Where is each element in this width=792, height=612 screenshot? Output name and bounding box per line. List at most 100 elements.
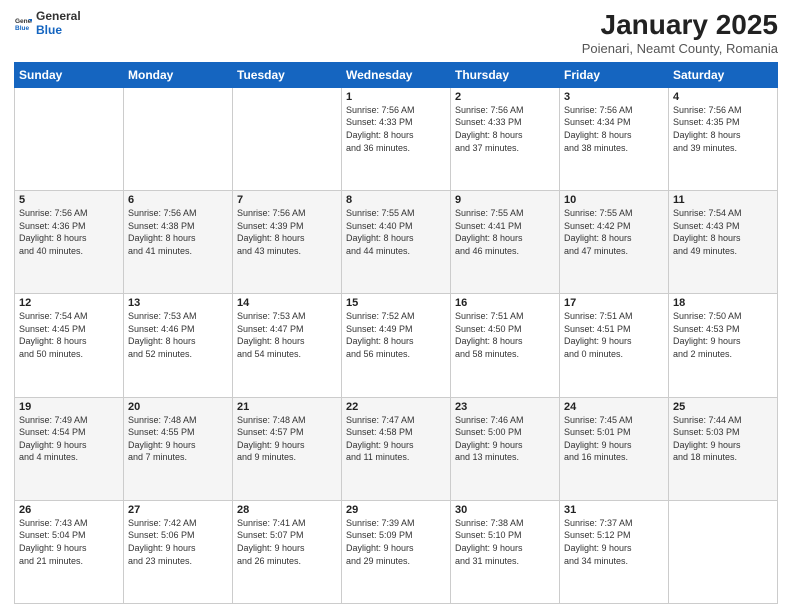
- day-info: Sunrise: 7:51 AM Sunset: 4:51 PM Dayligh…: [564, 310, 664, 360]
- day-number: 1: [346, 91, 446, 103]
- day-info: Sunrise: 7:49 AM Sunset: 4:54 PM Dayligh…: [19, 414, 119, 464]
- day-cell: 5Sunrise: 7:56 AM Sunset: 4:36 PM Daylig…: [15, 191, 124, 294]
- day-cell: 31Sunrise: 7:37 AM Sunset: 5:12 PM Dayli…: [560, 500, 669, 603]
- day-info: Sunrise: 7:44 AM Sunset: 5:03 PM Dayligh…: [673, 414, 773, 464]
- day-cell: 10Sunrise: 7:55 AM Sunset: 4:42 PM Dayli…: [560, 191, 669, 294]
- logo: General Blue General Blue: [14, 10, 81, 38]
- day-number: 25: [673, 401, 773, 413]
- day-cell: 12Sunrise: 7:54 AM Sunset: 4:45 PM Dayli…: [15, 294, 124, 397]
- week-row-2: 5Sunrise: 7:56 AM Sunset: 4:36 PM Daylig…: [15, 191, 778, 294]
- day-cell: 17Sunrise: 7:51 AM Sunset: 4:51 PM Dayli…: [560, 294, 669, 397]
- day-number: 5: [19, 194, 119, 206]
- title-block: January 2025 Poienari, Neamt County, Rom…: [582, 10, 778, 56]
- logo-blue: Blue: [36, 24, 81, 38]
- day-number: 7: [237, 194, 337, 206]
- day-cell: 28Sunrise: 7:41 AM Sunset: 5:07 PM Dayli…: [233, 500, 342, 603]
- day-cell: [233, 87, 342, 190]
- day-info: Sunrise: 7:56 AM Sunset: 4:36 PM Dayligh…: [19, 207, 119, 257]
- day-number: 17: [564, 297, 664, 309]
- day-info: Sunrise: 7:48 AM Sunset: 4:57 PM Dayligh…: [237, 414, 337, 464]
- day-number: 9: [455, 194, 555, 206]
- day-number: 3: [564, 91, 664, 103]
- day-info: Sunrise: 7:56 AM Sunset: 4:38 PM Dayligh…: [128, 207, 228, 257]
- logo-icon: General Blue: [14, 15, 32, 33]
- day-number: 20: [128, 401, 228, 413]
- col-header-saturday: Saturday: [669, 62, 778, 87]
- day-number: 22: [346, 401, 446, 413]
- day-number: 12: [19, 297, 119, 309]
- day-info: Sunrise: 7:54 AM Sunset: 4:45 PM Dayligh…: [19, 310, 119, 360]
- day-number: 8: [346, 194, 446, 206]
- day-number: 21: [237, 401, 337, 413]
- day-number: 6: [128, 194, 228, 206]
- day-cell: 23Sunrise: 7:46 AM Sunset: 5:00 PM Dayli…: [451, 397, 560, 500]
- page: General Blue General Blue January 2025 P…: [0, 0, 792, 612]
- day-cell: 6Sunrise: 7:56 AM Sunset: 4:38 PM Daylig…: [124, 191, 233, 294]
- day-cell: 27Sunrise: 7:42 AM Sunset: 5:06 PM Dayli…: [124, 500, 233, 603]
- day-number: 29: [346, 504, 446, 516]
- day-cell: [15, 87, 124, 190]
- day-cell: 1Sunrise: 7:56 AM Sunset: 4:33 PM Daylig…: [342, 87, 451, 190]
- day-number: 16: [455, 297, 555, 309]
- day-cell: 20Sunrise: 7:48 AM Sunset: 4:55 PM Dayli…: [124, 397, 233, 500]
- day-cell: 26Sunrise: 7:43 AM Sunset: 5:04 PM Dayli…: [15, 500, 124, 603]
- col-header-thursday: Thursday: [451, 62, 560, 87]
- day-number: 18: [673, 297, 773, 309]
- day-info: Sunrise: 7:42 AM Sunset: 5:06 PM Dayligh…: [128, 517, 228, 567]
- day-cell: 24Sunrise: 7:45 AM Sunset: 5:01 PM Dayli…: [560, 397, 669, 500]
- month-title: January 2025: [582, 10, 778, 41]
- day-cell: 8Sunrise: 7:55 AM Sunset: 4:40 PM Daylig…: [342, 191, 451, 294]
- day-info: Sunrise: 7:56 AM Sunset: 4:33 PM Dayligh…: [346, 104, 446, 154]
- day-cell: 7Sunrise: 7:56 AM Sunset: 4:39 PM Daylig…: [233, 191, 342, 294]
- day-cell: 13Sunrise: 7:53 AM Sunset: 4:46 PM Dayli…: [124, 294, 233, 397]
- day-info: Sunrise: 7:56 AM Sunset: 4:35 PM Dayligh…: [673, 104, 773, 154]
- day-cell: 30Sunrise: 7:38 AM Sunset: 5:10 PM Dayli…: [451, 500, 560, 603]
- day-info: Sunrise: 7:37 AM Sunset: 5:12 PM Dayligh…: [564, 517, 664, 567]
- day-info: Sunrise: 7:39 AM Sunset: 5:09 PM Dayligh…: [346, 517, 446, 567]
- day-cell: [669, 500, 778, 603]
- day-info: Sunrise: 7:41 AM Sunset: 5:07 PM Dayligh…: [237, 517, 337, 567]
- week-row-1: 1Sunrise: 7:56 AM Sunset: 4:33 PM Daylig…: [15, 87, 778, 190]
- day-number: 19: [19, 401, 119, 413]
- day-info: Sunrise: 7:56 AM Sunset: 4:39 PM Dayligh…: [237, 207, 337, 257]
- day-cell: 25Sunrise: 7:44 AM Sunset: 5:03 PM Dayli…: [669, 397, 778, 500]
- day-number: 24: [564, 401, 664, 413]
- day-number: 27: [128, 504, 228, 516]
- day-info: Sunrise: 7:51 AM Sunset: 4:50 PM Dayligh…: [455, 310, 555, 360]
- header: General Blue General Blue January 2025 P…: [14, 10, 778, 56]
- day-cell: 19Sunrise: 7:49 AM Sunset: 4:54 PM Dayli…: [15, 397, 124, 500]
- day-info: Sunrise: 7:53 AM Sunset: 4:46 PM Dayligh…: [128, 310, 228, 360]
- day-info: Sunrise: 7:52 AM Sunset: 4:49 PM Dayligh…: [346, 310, 446, 360]
- day-number: 4: [673, 91, 773, 103]
- calendar-header-row: SundayMondayTuesdayWednesdayThursdayFrid…: [15, 62, 778, 87]
- week-row-5: 26Sunrise: 7:43 AM Sunset: 5:04 PM Dayli…: [15, 500, 778, 603]
- col-header-friday: Friday: [560, 62, 669, 87]
- day-info: Sunrise: 7:43 AM Sunset: 5:04 PM Dayligh…: [19, 517, 119, 567]
- day-info: Sunrise: 7:38 AM Sunset: 5:10 PM Dayligh…: [455, 517, 555, 567]
- day-info: Sunrise: 7:45 AM Sunset: 5:01 PM Dayligh…: [564, 414, 664, 464]
- location-subtitle: Poienari, Neamt County, Romania: [582, 41, 778, 56]
- day-cell: 14Sunrise: 7:53 AM Sunset: 4:47 PM Dayli…: [233, 294, 342, 397]
- day-cell: 4Sunrise: 7:56 AM Sunset: 4:35 PM Daylig…: [669, 87, 778, 190]
- day-number: 13: [128, 297, 228, 309]
- day-info: Sunrise: 7:46 AM Sunset: 5:00 PM Dayligh…: [455, 414, 555, 464]
- day-number: 10: [564, 194, 664, 206]
- day-cell: 22Sunrise: 7:47 AM Sunset: 4:58 PM Dayli…: [342, 397, 451, 500]
- day-info: Sunrise: 7:55 AM Sunset: 4:40 PM Dayligh…: [346, 207, 446, 257]
- day-number: 23: [455, 401, 555, 413]
- day-number: 14: [237, 297, 337, 309]
- day-info: Sunrise: 7:56 AM Sunset: 4:34 PM Dayligh…: [564, 104, 664, 154]
- day-info: Sunrise: 7:54 AM Sunset: 4:43 PM Dayligh…: [673, 207, 773, 257]
- col-header-tuesday: Tuesday: [233, 62, 342, 87]
- day-info: Sunrise: 7:48 AM Sunset: 4:55 PM Dayligh…: [128, 414, 228, 464]
- day-number: 26: [19, 504, 119, 516]
- day-cell: 2Sunrise: 7:56 AM Sunset: 4:33 PM Daylig…: [451, 87, 560, 190]
- logo-general: General: [36, 10, 81, 24]
- day-number: 28: [237, 504, 337, 516]
- day-cell: 9Sunrise: 7:55 AM Sunset: 4:41 PM Daylig…: [451, 191, 560, 294]
- day-info: Sunrise: 7:55 AM Sunset: 4:42 PM Dayligh…: [564, 207, 664, 257]
- day-info: Sunrise: 7:50 AM Sunset: 4:53 PM Dayligh…: [673, 310, 773, 360]
- day-cell: 3Sunrise: 7:56 AM Sunset: 4:34 PM Daylig…: [560, 87, 669, 190]
- day-info: Sunrise: 7:55 AM Sunset: 4:41 PM Dayligh…: [455, 207, 555, 257]
- day-cell: 15Sunrise: 7:52 AM Sunset: 4:49 PM Dayli…: [342, 294, 451, 397]
